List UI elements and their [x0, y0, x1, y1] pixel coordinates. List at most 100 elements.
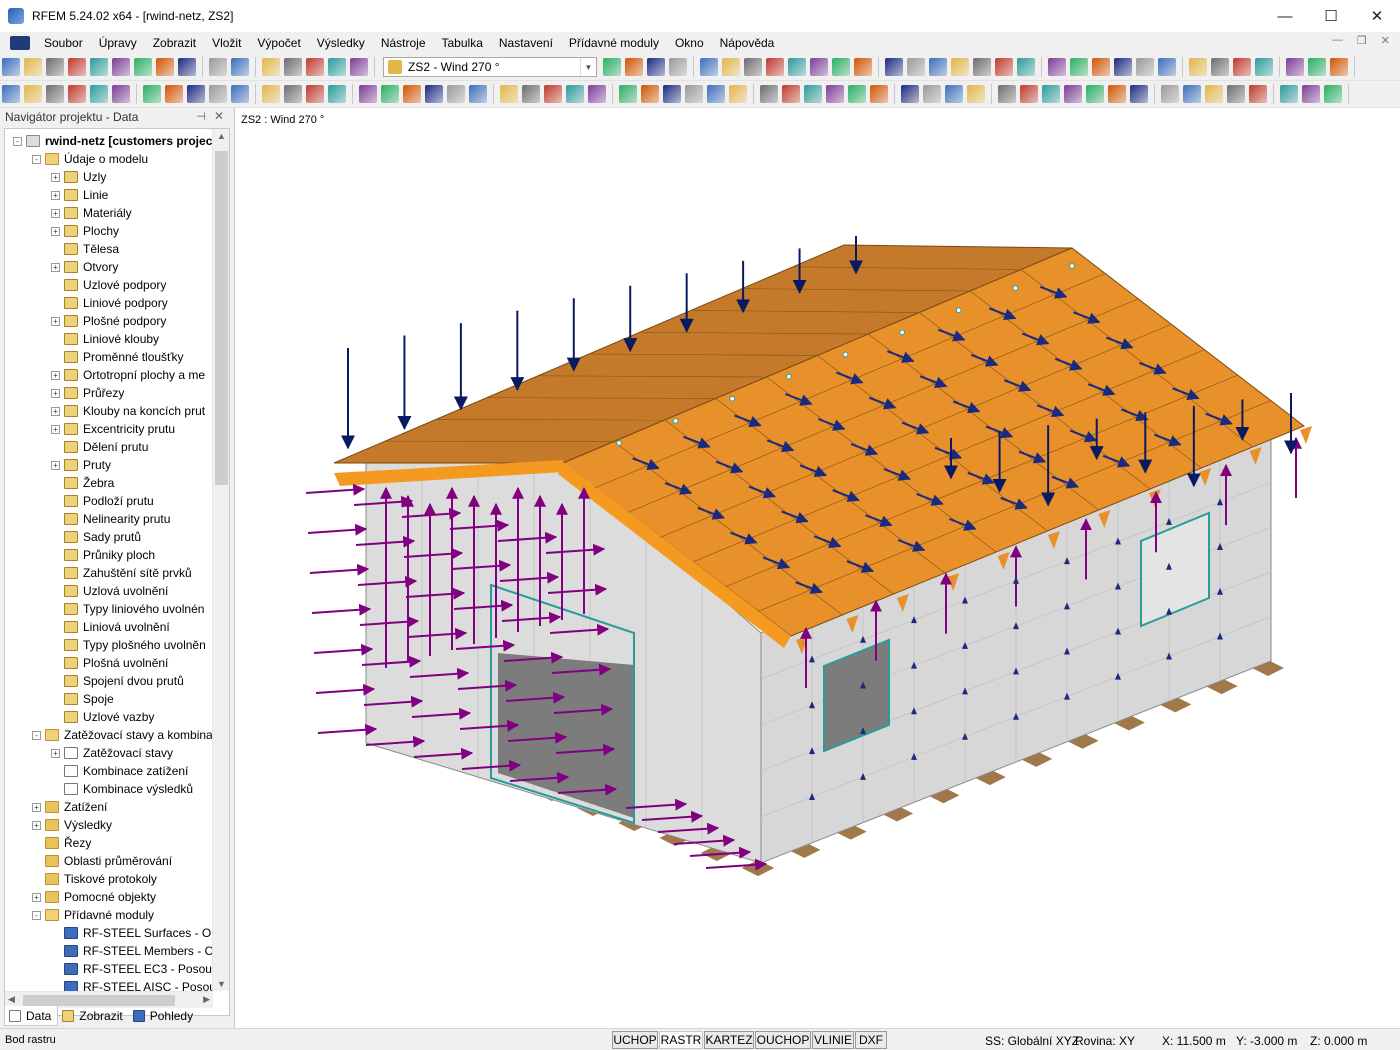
toolbar-tool-icon[interactable]	[1086, 85, 1104, 103]
toolbar-tool-icon[interactable]	[403, 85, 421, 103]
toolbar-tool-icon[interactable]	[647, 58, 665, 76]
toolbar-tool-icon[interactable]	[804, 85, 822, 103]
toolbar-tool-icon[interactable]	[209, 85, 227, 103]
toolbar-tool-icon[interactable]	[231, 85, 249, 103]
tree-item[interactable]: + Pomocné objekty	[32, 888, 156, 906]
toolbar-tool-icon[interactable]	[967, 85, 985, 103]
toolbar-tool-icon[interactable]	[788, 58, 806, 76]
toolbar-tool-icon[interactable]	[1286, 58, 1304, 76]
toolbar-tool-icon[interactable]	[945, 85, 963, 103]
expand-icon[interactable]: +	[51, 424, 60, 434]
expand-icon[interactable]: +	[32, 820, 41, 830]
toolbar-tool-icon[interactable]	[1108, 85, 1126, 103]
toolbar-tool-icon[interactable]	[156, 58, 174, 76]
menu-item[interactable]: Výsledky	[309, 36, 373, 50]
toolbar-tool-icon[interactable]	[901, 85, 919, 103]
toolbar-tool-icon[interactable]	[907, 58, 925, 76]
toolbar-tool-icon[interactable]	[350, 58, 368, 76]
toolbar-tool-icon[interactable]	[1233, 58, 1251, 76]
tree-item[interactable]: - Zatěžovací stavy a kombina	[32, 726, 213, 744]
toolbar-tool-icon[interactable]	[998, 85, 1016, 103]
tree-item[interactable]: Oblasti průměrování	[32, 852, 172, 870]
menu-item[interactable]: Okno	[667, 36, 712, 50]
toolbar-tool-icon[interactable]	[1308, 58, 1326, 76]
toolbar-tool-icon[interactable]	[284, 85, 302, 103]
toolbar-tool-icon[interactable]	[24, 58, 42, 76]
menu-item[interactable]: Výpočet	[249, 36, 308, 50]
tree-item[interactable]: + Průřezy	[51, 384, 124, 402]
toolbar-tool-icon[interactable]	[588, 85, 606, 103]
toolbar-tool-icon[interactable]	[1161, 85, 1179, 103]
tree-item[interactable]: + Pruty	[51, 456, 111, 474]
toolbar-tool-icon[interactable]	[90, 85, 108, 103]
toolbar-tool-icon[interactable]	[1070, 58, 1088, 76]
tree-item[interactable]: + Plochy	[51, 222, 119, 240]
tab-data[interactable]: Data	[4, 1006, 59, 1026]
toolbar-tool-icon[interactable]	[46, 58, 64, 76]
pin-icon[interactable]: ⊣	[196, 110, 206, 123]
tree-item[interactable]: + Klouby na koncích prut	[51, 402, 205, 420]
tree-item[interactable]: + Materiály	[51, 204, 132, 222]
toolbar-tool-icon[interactable]	[328, 58, 346, 76]
toolbar-tool-icon[interactable]	[1064, 85, 1082, 103]
tree-item[interactable]: Plošná uvolnění	[51, 654, 168, 672]
tree-item[interactable]: Liniové podpory	[51, 294, 168, 312]
toolbar-tool-icon[interactable]	[2, 85, 20, 103]
tree-item[interactable]: Typy liniového uvolnén	[51, 600, 204, 618]
toolbar-tool-icon[interactable]	[848, 85, 866, 103]
expand-icon[interactable]: +	[51, 316, 60, 326]
toolbar-tool-icon[interactable]	[1042, 85, 1060, 103]
tree-item[interactable]: Řezy	[32, 834, 91, 852]
tree-item[interactable]: RF-STEEL Members - Ol	[51, 942, 213, 960]
load-case-select[interactable]: ZS2 - Wind 270 ° ▼	[383, 57, 597, 77]
scroll-left-icon[interactable]: ◀	[8, 994, 15, 1005]
expand-icon[interactable]: +	[51, 208, 60, 218]
toolbar-tool-icon[interactable]	[209, 58, 227, 76]
toolbar-tool-icon[interactable]	[603, 58, 621, 76]
mdi-minimize-icon[interactable]: —	[1332, 34, 1343, 47]
toolbar-tool-icon[interactable]	[46, 85, 64, 103]
toolbar-tool-icon[interactable]	[995, 58, 1013, 76]
scroll-thumb[interactable]	[215, 151, 228, 485]
toolbar-tool-icon[interactable]	[854, 58, 872, 76]
maximize-button[interactable]: ☐	[1308, 0, 1354, 32]
scroll-up-icon[interactable]: ▲	[213, 131, 229, 141]
tree-item[interactable]: Uzlové podpory	[51, 276, 166, 294]
toolbar-tool-icon[interactable]	[700, 58, 718, 76]
mdi-close-icon[interactable]: ✕	[1381, 34, 1390, 47]
collapse-icon[interactable]: -	[32, 730, 41, 740]
expand-icon[interactable]: +	[51, 748, 60, 758]
toolbar-tool-icon[interactable]	[619, 85, 637, 103]
expand-icon[interactable]: +	[51, 172, 60, 182]
tree-item[interactable]: - Údaje o modelu	[32, 150, 148, 168]
tree-item[interactable]: Uzlová uvolnění	[51, 582, 168, 600]
toolbar-tool-icon[interactable]	[1330, 58, 1348, 76]
toolbar-tool-icon[interactable]	[447, 85, 465, 103]
toolbar-tool-icon[interactable]	[729, 85, 747, 103]
toolbar-tool-icon[interactable]	[544, 85, 562, 103]
toolbar-tool-icon[interactable]	[306, 85, 324, 103]
tree-item[interactable]: Žebra	[51, 474, 114, 492]
toolbar-tool-icon[interactable]	[1249, 85, 1267, 103]
toolbar-tool-icon[interactable]	[566, 85, 584, 103]
tree-item[interactable]: Typy plošného uvolněn	[51, 636, 206, 654]
chevron-down-icon[interactable]: ▼	[580, 58, 596, 76]
toolbar-tool-icon[interactable]	[1211, 58, 1229, 76]
building-model-3d[interactable]	[236, 108, 1400, 1028]
toolbar-tool-icon[interactable]	[1092, 58, 1110, 76]
toolbar-tool-icon[interactable]	[262, 85, 280, 103]
mdi-restore-icon[interactable]: ❐	[1357, 34, 1367, 47]
toolbar-tool-icon[interactable]	[469, 85, 487, 103]
toolbar-tool-icon[interactable]	[929, 58, 947, 76]
tree-item[interactable]: Sady prutů	[51, 528, 141, 546]
toolbar-tool-icon[interactable]	[760, 85, 778, 103]
toolbar-tool-icon[interactable]	[722, 58, 740, 76]
toolbar-tool-icon[interactable]	[1255, 58, 1273, 76]
toolbar-tool-icon[interactable]	[951, 58, 969, 76]
toolbar-tool-icon[interactable]	[885, 58, 903, 76]
tree-item[interactable]: Proměnné tloušťky	[51, 348, 184, 366]
toolbar-tool-icon[interactable]	[1017, 58, 1035, 76]
toolbar-tool-icon[interactable]	[522, 85, 540, 103]
model-viewport[interactable]: ZS2 : Wind 270 °	[236, 108, 1400, 1028]
expand-icon[interactable]: +	[51, 406, 60, 416]
